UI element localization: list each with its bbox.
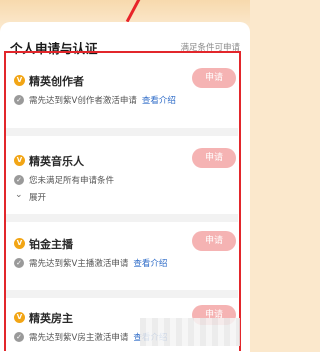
check-circle-icon: ✓ (14, 332, 24, 342)
item-title: 精英音乐人 (29, 155, 84, 168)
expand-toggle[interactable]: ⌄ 展开 (14, 190, 238, 204)
list-item-platinum-streamer: V 铂金主播 申请 ✓ 需先达到紫V主播激活申请 查看介绍 (14, 231, 238, 271)
chevron-down-icon: ⌄ (15, 190, 23, 200)
check-circle-icon: ✓ (14, 175, 24, 185)
list-item-elite-musician: V 精英音乐人 申请 ✓ 您未满足所有申请条件 ⌄ 展开 (14, 148, 238, 204)
list-item-elite-creator: V 精英创作者 申请 ✓ 需先达到紫V创作者激活申请 查看介绍 (14, 68, 238, 108)
divider (6, 214, 238, 222)
view-intro-link[interactable]: 查看介绍 (133, 259, 167, 269)
expand-label: 展开 (29, 193, 47, 203)
item-description: 您未满足所有申请条件 (29, 176, 115, 186)
item-description: 需先达到紫V主播激活申请 查看介绍 (29, 259, 168, 269)
v-badge-icon: V (14, 238, 25, 249)
view-intro-link[interactable]: 查看介绍 (142, 96, 176, 106)
item-title: 精英房主 (29, 312, 73, 325)
apply-button[interactable]: 申请 (192, 148, 236, 168)
apply-button[interactable]: 申请 (192, 68, 236, 88)
watermark-blur (140, 318, 240, 346)
check-circle-icon: ✓ (14, 95, 24, 105)
divider (6, 128, 238, 136)
v-badge-icon: V (14, 312, 25, 323)
item-title: 铂金主播 (29, 238, 73, 251)
v-badge-icon: V (14, 75, 25, 86)
item-description: 需先达到紫V创作者激活申请 查看介绍 (29, 96, 176, 106)
divider (6, 290, 238, 298)
v-badge-icon: V (14, 155, 25, 166)
check-circle-icon: ✓ (14, 258, 24, 268)
apply-button[interactable]: 申请 (192, 231, 236, 251)
item-title: 精英创作者 (29, 75, 84, 88)
